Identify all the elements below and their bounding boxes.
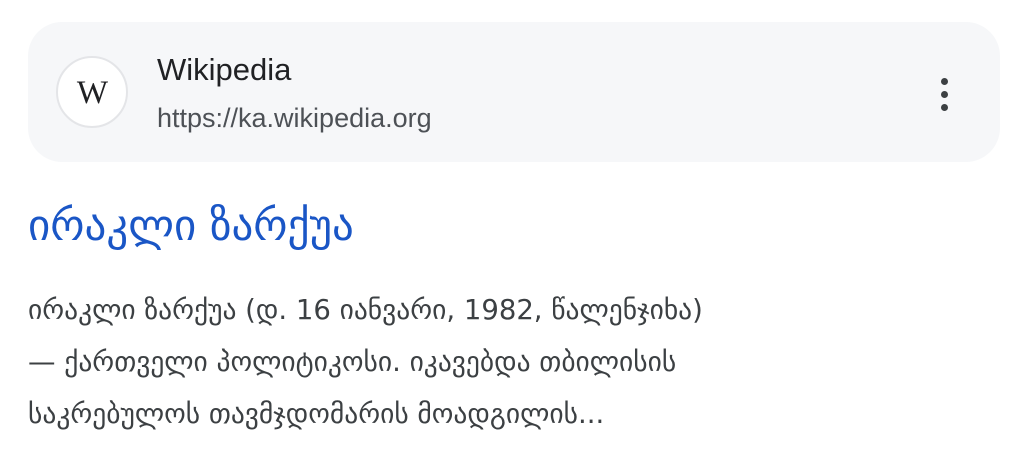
snippet-line: საკრებულოს თავმჯდომარის მოადგილის... (28, 398, 605, 430)
wikipedia-favicon-icon: W (56, 56, 128, 128)
result-title-link[interactable]: ირაკლი ზარქუა (28, 196, 354, 256)
more-vert-icon-dot (940, 90, 948, 98)
source-card[interactable]: W Wikipedia https://ka.wikipedia.org (28, 22, 1000, 162)
search-result: W Wikipedia https://ka.wikipedia.org ირა… (0, 0, 1024, 470)
result-snippet: ირაკლი ზარქუა (დ. 16 იანვარი, 1982, წალე… (28, 284, 998, 440)
favicon-letter: W (76, 74, 108, 111)
more-options-button[interactable] (924, 66, 964, 122)
site-name[interactable]: Wikipedia (157, 50, 291, 90)
more-vert-icon-dot (940, 77, 948, 85)
more-vert-icon-dot (940, 103, 948, 111)
snippet-line: ირაკლი ზარქუა (დ. 16 იანვარი, 1982, წალე… (28, 294, 703, 326)
site-url[interactable]: https://ka.wikipedia.org (157, 100, 432, 136)
snippet-line: — ქართველი პოლიტიკოსი. იკავებდა თბილისის (28, 346, 677, 378)
